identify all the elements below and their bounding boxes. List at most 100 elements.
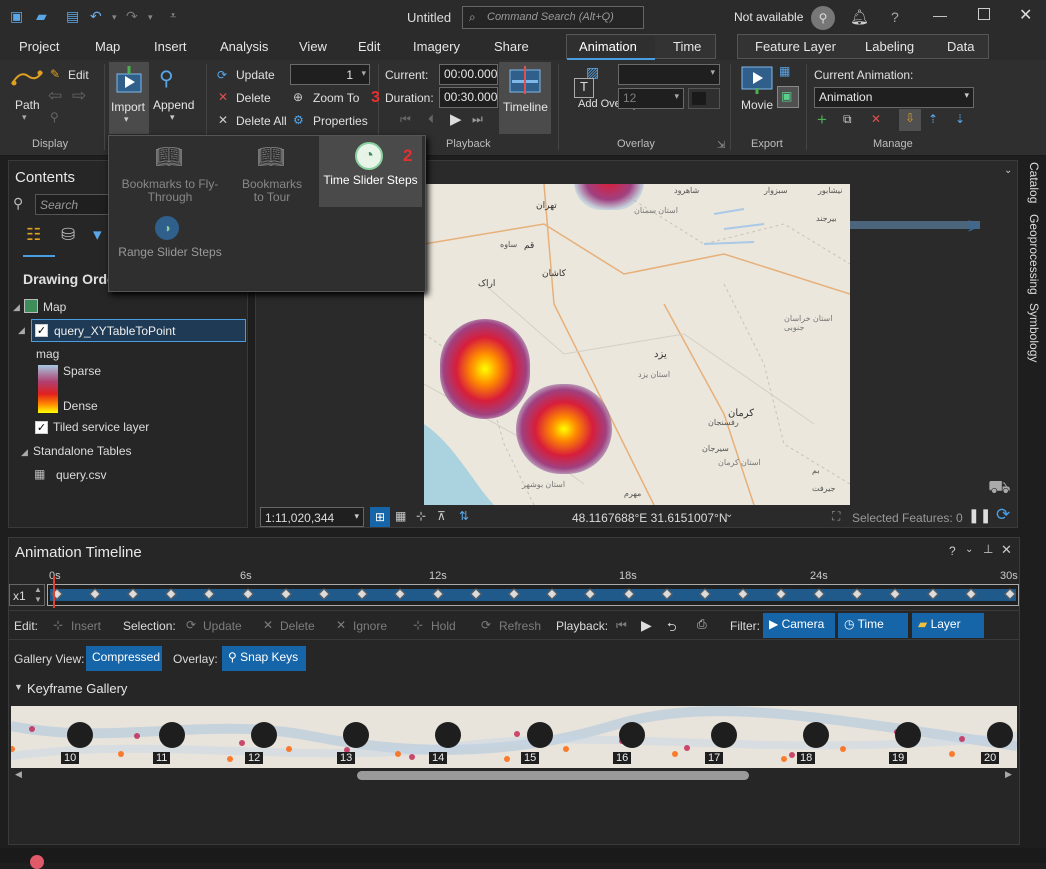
undo-icon[interactable]: ↶ <box>90 8 102 25</box>
keyframe-thumbnail[interactable]: 14 <box>367 706 461 768</box>
pane-help-icon[interactable]: ? <box>949 544 956 558</box>
overlay-launcher-icon[interactable]: ⇲ <box>717 140 725 151</box>
menu-time-slider-steps[interactable]: ◔ Time Slider Steps 2 <box>319 136 422 207</box>
step-forward-icon[interactable]: ⏭ <box>472 112 483 127</box>
selected-layer-row[interactable]: ◢ ✓ query_XYTableToPoint <box>18 319 246 342</box>
tab-animation[interactable]: Animation <box>567 36 655 60</box>
account-status[interactable]: Not available <box>734 10 803 24</box>
symbology-tab[interactable]: Symbology <box>1027 303 1041 362</box>
redo-dropdown-icon[interactable]: ▾ <box>148 12 153 23</box>
coordinates-dropdown-icon[interactable]: ⌄ <box>725 509 733 520</box>
timeline-toggle-button[interactable]: Timeline <box>499 62 551 134</box>
update-selection-button[interactable]: Update <box>203 619 242 633</box>
sort-ascending-icon[interactable]: ⇡ <box>928 112 938 126</box>
fixed-zoom-icon[interactable]: ⊞ <box>370 507 390 527</box>
speed-down-icon[interactable]: ▼ <box>34 595 42 604</box>
filter-time-button[interactable]: ◷ Time <box>838 613 908 638</box>
user-avatar-icon[interactable]: ⚲ <box>811 6 835 30</box>
duplicate-animation-icon[interactable]: ⧉ <box>843 112 852 127</box>
filter-camera-button[interactable]: ▶︎ Camera <box>763 613 835 638</box>
list-by-drawing-order-icon[interactable]: ☷ <box>26 225 41 245</box>
duration-field[interactable]: 00:30.000 <box>439 87 498 108</box>
keyframe-thumbnail[interactable]: 15 <box>459 706 553 768</box>
delete-animation-icon[interactable]: ✕ <box>871 112 881 126</box>
customize-qat-icon[interactable]: ⩡ <box>170 10 176 23</box>
keyframe-thumbnail[interactable]: 13 <box>275 706 369 768</box>
menu-bookmarks-to-tour[interactable]: 📖︎ Bookmarks to Tour <box>221 140 317 206</box>
snapping-icon[interactable]: ⊹ <box>416 509 426 523</box>
notifications-bell-icon[interactable]: 🔔︎ <box>850 8 869 26</box>
speed-spinner[interactable]: x1 ▲ ▼ <box>9 584 45 606</box>
forward-arrow-icon[interactable]: ⇨ <box>72 86 86 106</box>
standalone-tables-node[interactable]: Standalone Tables <box>33 444 132 458</box>
keyframe-thumbnail[interactable]: 11 <box>91 706 185 768</box>
table-name[interactable]: query.csv <box>56 468 106 482</box>
add-animation-icon[interactable]: + <box>817 110 827 130</box>
export-frame-icon[interactable]: ▦ <box>779 64 790 78</box>
filter-layer-button[interactable]: ▰ Layer <box>912 613 984 638</box>
scale-select[interactable]: 1:11,020,344 ▾ <box>260 507 364 527</box>
maximize-icon[interactable] <box>978 8 990 20</box>
tab-data[interactable]: Data <box>947 39 974 54</box>
undo-dropdown-icon[interactable]: ▾ <box>112 12 117 23</box>
pane-options-icon[interactable]: ⌄ <box>965 544 973 555</box>
menu-range-slider-steps[interactable]: ◑ Range Slider Steps <box>117 212 222 278</box>
refresh-button[interactable]: Refresh <box>499 619 541 633</box>
import-button[interactable]: Import ▾ <box>109 62 149 134</box>
sort-descending-icon[interactable]: ⇣ <box>955 112 965 126</box>
menu-bookmarks-to-fly-through[interactable]: 📖︎ Bookmarks to Fly-Through <box>117 140 219 206</box>
map-canvas[interactable]: تهران قم کاشان اراک ساوه یزد کرمان رفسنج… <box>424 184 850 505</box>
basemap-layer-name[interactable]: Tiled service layer <box>53 420 149 434</box>
keyframe-thumbnail[interactable]: 17 <box>643 706 737 768</box>
tab-view[interactable]: View <box>299 39 327 54</box>
camera-snapshot-icon[interactable]: ⎙ <box>697 617 707 632</box>
movie-export-button[interactable]: Movie <box>741 98 773 112</box>
catalog-tab[interactable]: Catalog <box>1027 162 1041 203</box>
layer-visibility-checkbox[interactable]: ✓ <box>35 324 48 337</box>
map-expand-icon[interactable]: ◢ <box>13 302 20 313</box>
geoprocessing-tab[interactable]: Geoprocessing <box>1027 214 1041 295</box>
map-node[interactable]: Map <box>43 300 66 314</box>
keyframe-thumbnail[interactable]: 10 <box>11 706 93 768</box>
export-image-button[interactable]: ▣ <box>777 86 799 108</box>
tab-labeling[interactable]: Labeling <box>865 39 914 54</box>
gallery-compressed-button[interactable]: Compressed <box>86 646 162 671</box>
tables-expand-icon[interactable]: ◢ <box>21 447 28 458</box>
refresh-map-icon[interactable]: ⟳ <box>996 505 1010 525</box>
play-icon[interactable]: ▶ <box>450 110 462 128</box>
update-keyframe-button[interactable]: Update <box>236 68 275 82</box>
overlay-font-select[interactable]: ▾ <box>618 64 720 85</box>
overlay-color-picker[interactable] <box>688 88 720 109</box>
help-icon[interactable]: ? <box>891 9 899 25</box>
tab-time[interactable]: Time <box>673 39 701 54</box>
close-pane-icon[interactable]: ✕ <box>1001 542 1012 558</box>
hold-button[interactable]: Hold <box>431 619 456 633</box>
timeline-play-icon[interactable]: ▶ <box>641 617 652 634</box>
step-back-icon[interactable]: ⏴ <box>428 112 434 127</box>
grid-icon[interactable]: ▦ <box>395 509 406 523</box>
zoom-path-icon[interactable]: ⚲ <box>50 110 59 124</box>
snap-keys-button[interactable]: ⚲ Snap Keys <box>222 646 306 671</box>
properties-button[interactable]: Properties <box>313 114 368 128</box>
save-icon[interactable]: ▤ <box>66 8 79 25</box>
append-button[interactable]: ⚲ Append ▾ <box>153 64 197 130</box>
ignore-button[interactable]: Ignore <box>353 619 387 633</box>
pause-drawing-icon[interactable]: ❚❚ <box>968 507 991 524</box>
playhead[interactable] <box>53 576 55 608</box>
north-arrow-icon[interactable]: ⇅ <box>459 509 469 523</box>
tab-feature-layer[interactable]: Feature Layer <box>755 39 836 54</box>
tab-imagery[interactable]: Imagery <box>413 39 460 54</box>
basemap-visibility-checkbox[interactable]: ✓ <box>35 421 48 434</box>
tab-map[interactable]: Map <box>95 39 120 54</box>
zoom-to-button[interactable]: Zoom To <box>313 91 359 105</box>
tab-analysis[interactable]: Analysis <box>220 39 268 54</box>
list-by-source-icon[interactable]: ⛁ <box>61 225 75 245</box>
current-animation-select[interactable]: Animation ▾ <box>814 87 974 108</box>
skip-start-icon[interactable]: ⏮ <box>400 112 411 127</box>
scroll-left-icon[interactable]: ◀ <box>15 769 22 780</box>
path-button[interactable]: Path <box>15 98 40 112</box>
delete-all-button[interactable]: Delete All <box>236 114 287 128</box>
taskbar-app-icon[interactable] <box>30 855 44 869</box>
close-window-icon[interactable]: ✕ <box>1019 5 1032 25</box>
keyframe-thumbnail[interactable]: 18 <box>735 706 829 768</box>
